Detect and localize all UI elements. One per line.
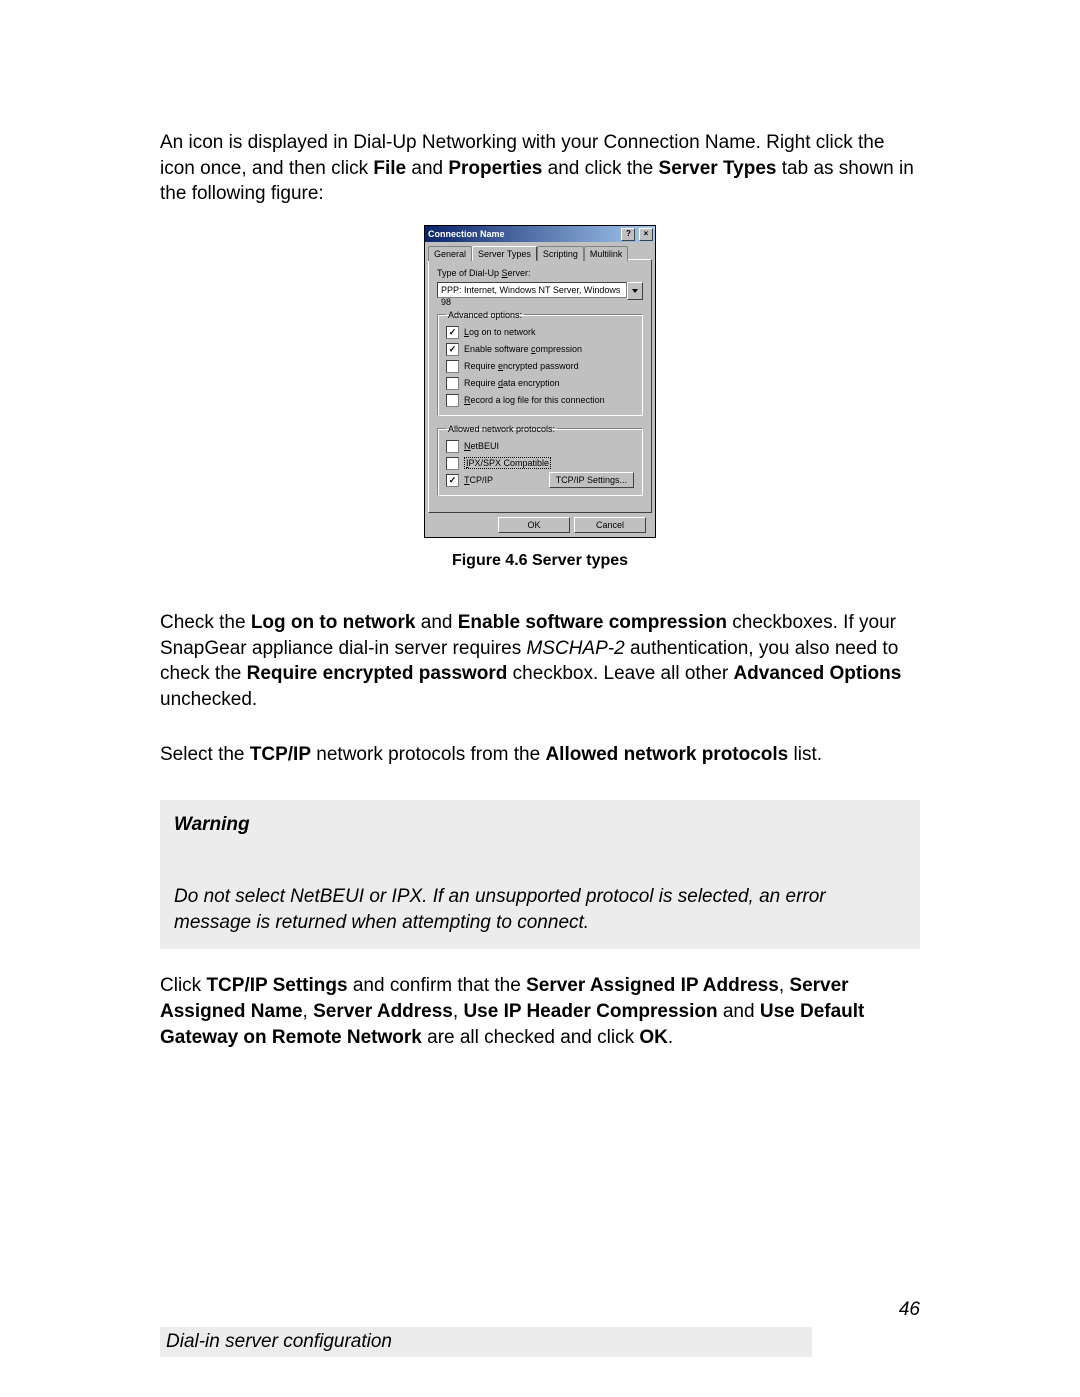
checkbox-label: TCP/IP	[464, 475, 493, 485]
type-label: Type of Dial-Up Server:	[437, 268, 643, 278]
checkbox-label: NetBEUI	[464, 441, 499, 451]
text: are all checked and click	[422, 1027, 640, 1048]
text: Click	[160, 975, 206, 996]
text: ,	[303, 1001, 314, 1022]
text-bold: Allowed network protocols	[545, 744, 788, 765]
text: and confirm that the	[348, 975, 527, 996]
dialog-body: General Server Types Scripting Multilink…	[425, 242, 655, 537]
tab-strip: General Server Types Scripting Multilink	[428, 245, 652, 260]
tab-general[interactable]: General	[428, 246, 472, 261]
dialog-title: Connection Name	[428, 229, 505, 239]
checkbox-log-on-network[interactable]: ✓ Log on to network	[446, 324, 634, 341]
ok-button[interactable]: OK	[498, 517, 570, 533]
text-bold: TCP/IP	[250, 744, 311, 765]
paragraph: Check the Log on to network and Enable s…	[160, 610, 920, 713]
checkbox-netbeui[interactable]: NetBEUI	[446, 438, 634, 455]
checkbox-icon	[446, 440, 459, 453]
text: .	[668, 1027, 673, 1048]
checkbox-ipx[interactable]: IPX/SPX Compatible	[446, 455, 634, 472]
titlebar: Connection Name ? ×	[425, 226, 655, 242]
checkbox-tcpip[interactable]: ✓ TCP/IP	[446, 472, 493, 489]
connection-name-dialog: Connection Name ? × General Server Types…	[424, 225, 656, 538]
warning-title: Warning	[174, 814, 906, 836]
allowed-protocols-legend: Allowed network protocols:	[446, 424, 557, 434]
checkbox-label: Log on to network	[464, 327, 536, 337]
tab-panel: Type of Dial-Up Server: PPP: Internet, W…	[428, 259, 652, 513]
text: ,	[779, 975, 790, 996]
allowed-protocols-group: Allowed network protocols: NetBEUI IPX/S…	[437, 424, 643, 496]
warning-block: Warning Do not select NetBEUI or IPX. If…	[160, 800, 920, 949]
text-bold: Require encrypted password	[247, 663, 508, 684]
text: list.	[788, 744, 822, 765]
dialog-footer: OK Cancel	[428, 513, 652, 533]
close-icon[interactable]: ×	[639, 228, 653, 241]
checkbox-software-compression[interactable]: ✓ Enable software compression	[446, 341, 634, 358]
tab-server-types[interactable]: Server Types	[472, 246, 537, 261]
tcpip-settings-button[interactable]: TCP/IP Settings...	[549, 472, 634, 488]
text-bold: File	[373, 158, 406, 179]
text-bold: Server Assigned IP Address	[526, 975, 779, 996]
checkbox-label: IPX/SPX Compatible	[464, 457, 551, 469]
text: and click the	[542, 158, 658, 179]
text: ,	[453, 1001, 464, 1022]
checkbox-label: Enable software compression	[464, 344, 582, 354]
text-bold: Server Address	[313, 1001, 453, 1022]
cancel-button[interactable]: Cancel	[574, 517, 646, 533]
checkbox-icon	[446, 377, 459, 390]
checkbox-icon: ✓	[446, 343, 459, 356]
text-bold: Enable software compression	[458, 612, 727, 633]
help-icon[interactable]: ?	[621, 228, 635, 241]
text: unchecked.	[160, 689, 257, 710]
checkbox-data-encryption[interactable]: Require data encryption	[446, 375, 634, 392]
checkbox-record-log[interactable]: Record a log file for this connection	[446, 392, 634, 409]
text-bold: Server Types	[659, 158, 777, 179]
text: Check the	[160, 612, 251, 633]
text: network protocols from the	[311, 744, 545, 765]
text-bold: TCP/IP Settings	[206, 975, 347, 996]
chevron-down-icon[interactable]	[627, 282, 643, 300]
document-page: An icon is displayed in Dial-Up Networki…	[0, 0, 1080, 1397]
checkbox-icon	[446, 360, 459, 373]
server-type-combo[interactable]: PPP: Internet, Windows NT Server, Window…	[437, 282, 643, 300]
checkbox-label: Record a log file for this connection	[464, 395, 605, 405]
text-bold: Advanced Options	[733, 663, 901, 684]
text: Select the	[160, 744, 250, 765]
tab-multilink[interactable]: Multilink	[584, 246, 629, 261]
text: checkbox. Leave all other	[507, 663, 733, 684]
paragraph: Click TCP/IP Settings and confirm that t…	[160, 973, 920, 1050]
text-bold: Use IP Header Compression	[463, 1001, 717, 1022]
text-bold: OK	[639, 1027, 668, 1048]
paragraph: Select the TCP/IP network protocols from…	[160, 742, 920, 768]
text: and	[406, 158, 448, 179]
figure-caption: Figure 4.6 Server types	[160, 552, 920, 570]
text-bold: Log on to network	[251, 612, 416, 633]
checkbox-label: Require data encryption	[464, 378, 560, 388]
server-type-value: PPP: Internet, Windows NT Server, Window…	[437, 282, 627, 298]
advanced-options-legend: Advanced options:	[446, 310, 524, 320]
checkbox-icon	[446, 394, 459, 407]
checkbox-icon: ✓	[446, 326, 459, 339]
text-italic: MSCHAP-2	[526, 638, 624, 659]
tab-scripting[interactable]: Scripting	[537, 246, 584, 261]
checkbox-label: Require encrypted password	[464, 361, 579, 371]
advanced-options-group: Advanced options: ✓ Log on to network ✓ …	[437, 310, 643, 416]
checkbox-encrypted-password[interactable]: Require encrypted password	[446, 358, 634, 375]
footer-section-title: Dial-in server configuration	[160, 1327, 812, 1357]
text-bold: Properties	[448, 158, 542, 179]
intro-paragraph: An icon is displayed in Dial-Up Networki…	[160, 130, 920, 207]
text: and	[415, 612, 457, 633]
checkbox-icon: ✓	[446, 474, 459, 487]
text: and	[718, 1001, 760, 1022]
dialog-figure: Connection Name ? × General Server Types…	[424, 225, 656, 538]
warning-text: Do not select NetBEUI or IPX. If an unsu…	[174, 884, 906, 935]
page-number: 46	[160, 1299, 920, 1321]
checkbox-icon	[446, 457, 459, 470]
page-footer: 46 Dial-in server configuration	[160, 1299, 920, 1357]
